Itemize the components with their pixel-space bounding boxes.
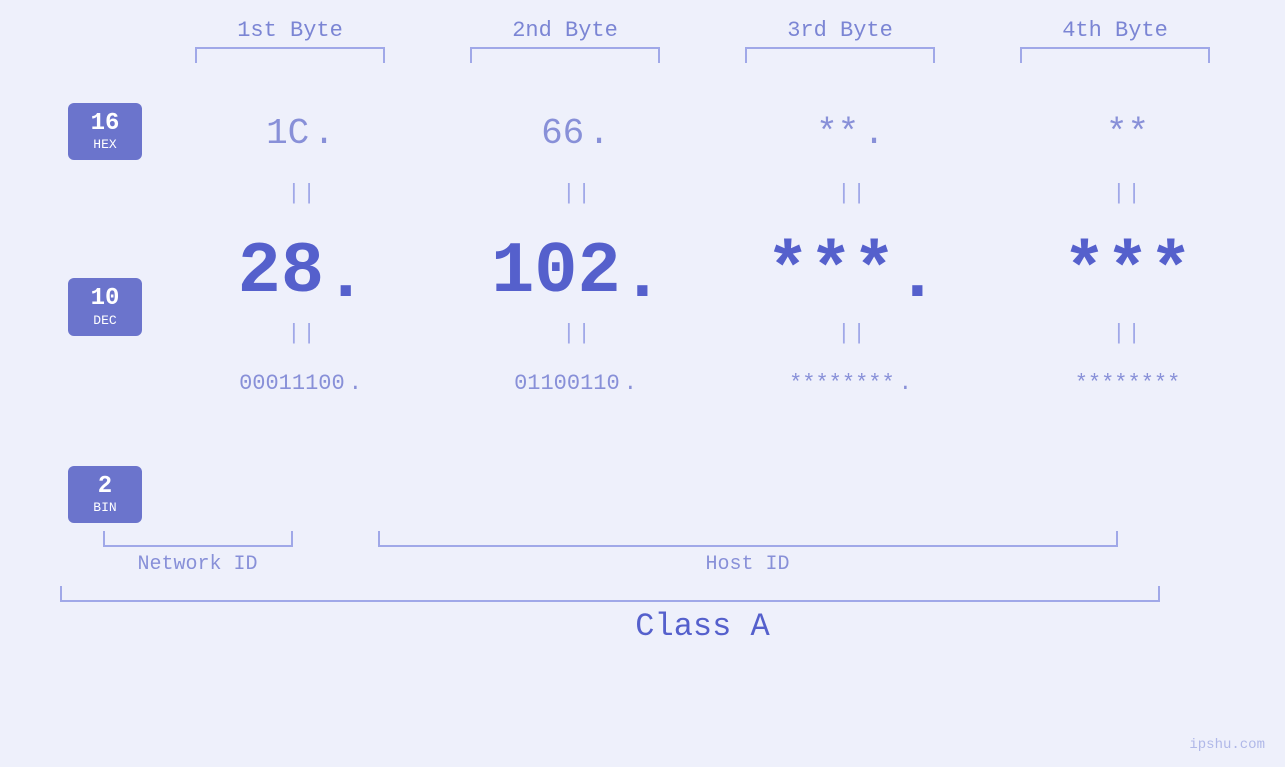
dec-row: 28 . 102 . *** . *** (165, 213, 1285, 313)
bin-badge-label: BIN (73, 500, 137, 515)
byte-header-3: 3rd Byte (703, 18, 978, 43)
hex-val-2: 66 (541, 113, 584, 154)
equals-sign-1-2: || (562, 181, 592, 206)
byte-header-4: 4th Byte (978, 18, 1253, 43)
top-bracket-3 (703, 47, 978, 63)
host-bracket-line (378, 531, 1118, 547)
hex-badge-label: HEX (73, 137, 137, 152)
bin-dot-3: . (899, 371, 912, 396)
dec-val-2: 102 (491, 231, 621, 313)
bottom-brackets-row (60, 531, 1285, 547)
main-grid: 16 HEX 10 DEC 2 BIN 1C . (0, 83, 1285, 523)
dec-badge-number: 10 (73, 286, 137, 312)
rows-area: 1C . 66 . ** . ** || (165, 83, 1285, 413)
byte-header-2: 2nd Byte (428, 18, 703, 43)
watermark: ipshu.com (1189, 737, 1265, 753)
equals-sign-2-1: || (287, 321, 317, 346)
bin-val-2: 01100110 (514, 371, 620, 396)
bin-val-4: ******** (1075, 371, 1181, 396)
class-bracket-line (60, 586, 1160, 602)
equals-sign-2-3: || (837, 321, 867, 346)
dec-badge: 10 DEC (68, 278, 142, 335)
equals-sign-2-4: || (1112, 321, 1142, 346)
dec-dot-3: . (896, 241, 939, 313)
bin-cell-3: ******** . (715, 371, 990, 396)
network-id-label: Network ID (60, 553, 335, 576)
top-bracket-4 (978, 47, 1253, 63)
equals-sign-2-2: || (562, 321, 592, 346)
network-bracket-line (103, 531, 293, 547)
equals-row-2: || || || || (165, 313, 1285, 353)
dec-cell-2: 102 . (440, 231, 715, 313)
bin-cell-4: ******** (990, 371, 1265, 396)
hex-cell-4: ** (990, 113, 1265, 154)
id-labels-row: Network ID Host ID (60, 553, 1285, 576)
hex-dot-2: . (588, 113, 610, 154)
byte-header-1: 1st Byte (153, 18, 428, 43)
dec-cell-3: *** . (715, 231, 990, 313)
top-bracket-line-4 (1020, 47, 1210, 63)
equals-sign-1-3: || (837, 181, 867, 206)
class-bracket-row (60, 586, 1285, 602)
hex-dot-3: . (863, 113, 885, 154)
host-id-label: Host ID (335, 553, 1160, 576)
hex-badge-number: 16 (73, 111, 137, 137)
equals-2-3: || (715, 321, 990, 346)
hex-val-1: 1C (266, 113, 309, 154)
equals-1-1: || (165, 181, 440, 206)
hex-dot-1: . (313, 113, 335, 154)
equals-1-3: || (715, 181, 990, 206)
top-bracket-2 (428, 47, 703, 63)
bin-badge-number: 2 (73, 474, 137, 500)
class-label: Class A (153, 608, 1253, 645)
equals-2-1: || (165, 321, 440, 346)
dec-cell-4: *** (990, 231, 1265, 313)
top-bracket-1 (153, 47, 428, 63)
badges-column: 16 HEX 10 DEC 2 BIN (45, 83, 165, 523)
hex-cell-2: 66 . (440, 113, 715, 154)
bin-dot-2: . (624, 371, 637, 396)
hex-cell-3: ** . (715, 113, 990, 154)
dec-val-1: 28 (238, 231, 324, 313)
top-bracket-line-3 (745, 47, 935, 63)
bin-cell-1: 00011100 . (165, 371, 440, 396)
bin-cell-2: 01100110 . (440, 371, 715, 396)
hex-cell-1: 1C . (165, 113, 440, 154)
dec-val-3: *** (766, 231, 896, 313)
top-bracket-line-2 (470, 47, 660, 63)
host-bracket-container (335, 531, 1160, 547)
dec-cell-1: 28 . (165, 231, 440, 313)
equals-sign-1-1: || (287, 181, 317, 206)
equals-1-4: || (990, 181, 1265, 206)
dec-badge-label: DEC (73, 313, 137, 328)
byte-headers-row: 1st Byte 2nd Byte 3rd Byte 4th Byte (60, 0, 1285, 43)
equals-1-2: || (440, 181, 715, 206)
equals-sign-1-4: || (1112, 181, 1142, 206)
bin-val-1: 00011100 (239, 371, 345, 396)
hex-val-4: ** (1106, 113, 1149, 154)
class-label-row: Class A (60, 608, 1285, 645)
bin-row: 00011100 . 01100110 . ******** . *******… (165, 353, 1285, 413)
dec-val-4: *** (1063, 231, 1193, 313)
network-bracket-container (60, 531, 335, 547)
equals-2-4: || (990, 321, 1265, 346)
top-brackets-row (60, 47, 1285, 63)
top-bracket-line-1 (195, 47, 385, 63)
bin-dot-1: . (349, 371, 362, 396)
equals-2-2: || (440, 321, 715, 346)
hex-val-3: ** (816, 113, 859, 154)
bin-val-3: ******** (789, 371, 895, 396)
hex-row: 1C . 66 . ** . ** (165, 93, 1285, 173)
bin-badge: 2 BIN (68, 466, 142, 523)
dec-dot-1: . (324, 241, 367, 313)
dec-dot-2: . (621, 241, 664, 313)
equals-row-1: || || || || (165, 173, 1285, 213)
hex-badge: 16 HEX (68, 103, 142, 160)
main-container: 1st Byte 2nd Byte 3rd Byte 4th Byte 16 H… (0, 0, 1285, 767)
